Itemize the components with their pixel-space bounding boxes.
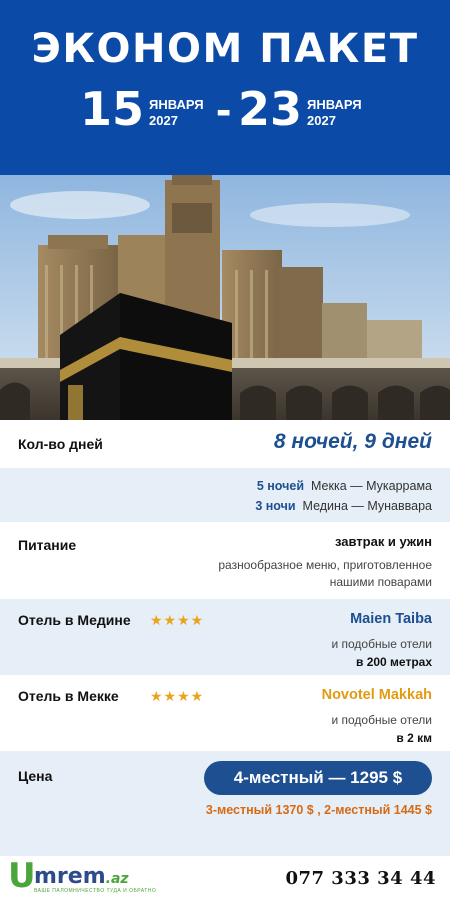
medina-hotel-label: Отель в Медине <box>18 612 131 628</box>
nights-mecca-place: Мекка — Мукаррама <box>310 479 432 493</box>
food-value: завтрак и ужин <box>334 534 432 549</box>
date-separator: - <box>216 83 232 135</box>
days-value: 8 ночей, 9 дней <box>273 430 432 453</box>
end-year: 2027 <box>307 113 336 128</box>
end-day: 23 <box>238 82 303 136</box>
mecca-hotel-distance: в 2 км <box>396 731 432 745</box>
umrem-logo[interactable]: U mrem.az ВАШЕ ПАЛОМНИЧЕСТВО ТУДА И ОБРА… <box>8 856 158 898</box>
kaaba-photo <box>0 175 450 420</box>
start-year: 2027 <box>149 113 178 128</box>
row-medina-hotel: Отель в Медине ★★★★ Maien Taiba и подобн… <box>0 599 450 675</box>
mecca-hotel-note: и подобные отели <box>331 713 432 727</box>
price-label: Цена <box>18 768 53 784</box>
medina-hotel-details: и подобные отели в 200 метрах <box>331 635 432 671</box>
end-month-name: ЯНВАРЯ <box>307 97 362 112</box>
nights-medina-place: Медина — Мунаввара <box>302 499 432 513</box>
footer: U mrem.az ВАШЕ ПАЛОМНИЧЕСТВО ТУДА И ОБРА… <box>0 856 450 900</box>
nights-medina: 3 ночи Медина — Мунаввара <box>255 496 432 516</box>
mecca-hotel-label: Отель в Мекке <box>18 688 119 704</box>
days-label: Кол-во дней <box>18 436 103 452</box>
logo-tagline: ВАШЕ ПАЛОМНИЧЕСТВО ТУДА И ОБРАТНО <box>34 888 157 894</box>
mecca-hotel-details: и подобные отели в 2 км <box>331 711 432 747</box>
start-day: 15 <box>80 82 145 136</box>
nights-mecca: 5 ночей Мекка — Мукаррама <box>255 476 432 496</box>
row-price: Цена 4-местный — 1295 $ 3-местный 1370 $… <box>0 751 450 856</box>
phone-number[interactable]: 077 333 34 44 <box>285 868 436 889</box>
header-banner: ЭКОНОМ ПАКЕТ 15 ЯНВАРЯ 2027 - 23 ЯНВАРЯ … <box>0 0 450 175</box>
logo-tld: .az <box>105 871 129 887</box>
price-main-badge: 4-местный — 1295 $ <box>204 761 432 795</box>
mecca-hotel-name: Novotel Makkah <box>321 687 432 703</box>
logo-name: mrem <box>34 864 106 889</box>
end-month: ЯНВАРЯ 2027 <box>307 97 362 129</box>
medina-hotel-stars: ★★★★ <box>150 612 205 628</box>
row-mecca-hotel: Отель в Мекке ★★★★ Novotel Makkah и подо… <box>0 675 450 751</box>
kaaba-mecca-image <box>0 175 450 420</box>
food-note: разнообразное меню, приготовленное нашим… <box>218 558 432 589</box>
start-month: ЯНВАРЯ 2027 <box>149 97 204 129</box>
medina-hotel-note: и подобные отели <box>331 637 432 651</box>
medina-hotel-name: Maien Taiba <box>350 611 432 627</box>
logo-u: U <box>8 856 36 896</box>
price-other-options: 3-местный 1370 $ , 2-местный 1445 $ <box>205 803 432 817</box>
logo-wordmark: mrem.az <box>34 864 129 889</box>
food-label: Питание <box>18 537 77 553</box>
medina-hotel-distance: в 200 метрах <box>355 655 432 669</box>
nights-list: 5 ночей Мекка — Мукаррама 3 ночи Медина … <box>255 476 432 516</box>
start-month-name: ЯНВАРЯ <box>149 97 204 112</box>
row-food: Питание завтрак и ужин разнообразное мен… <box>0 522 450 599</box>
nights-medina-count: 3 ночи <box>255 499 296 513</box>
row-days: Кол-во дней 8 ночей, 9 дней <box>0 420 450 468</box>
package-title: ЭКОНОМ ПАКЕТ <box>31 26 419 72</box>
date-range: 15 ЯНВАРЯ 2027 - 23 ЯНВАРЯ 2027 <box>0 84 450 134</box>
nights-mecca-count: 5 ночей <box>256 479 305 493</box>
mecca-hotel-stars: ★★★★ <box>150 688 205 704</box>
row-nights: 5 ночей Мекка — Мукаррама 3 ночи Медина … <box>0 468 450 522</box>
